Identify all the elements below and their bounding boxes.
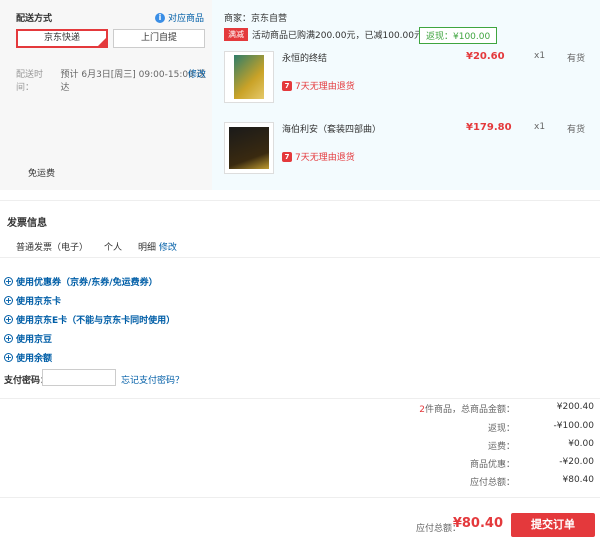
promo-text: 活动商品已购满200.00元，已减100.00元现金 — [252, 31, 441, 41]
promo-tag: 满减 — [224, 28, 248, 41]
use-balance-label: 使用余额 — [16, 354, 53, 364]
return-policy-label: 7天无理由退货 — [295, 153, 355, 163]
info-icon: i — [154, 12, 165, 23]
use-jd-card-option[interactable]: + 使用京东卡 — [4, 294, 61, 307]
pair-goods-link[interactable]: i 对应商品 — [154, 11, 204, 24]
pair-goods-label: 对应商品 — [167, 14, 204, 24]
product-qty: x1 — [534, 122, 546, 132]
use-jd-beans-option[interactable]: + 使用京豆 — [4, 332, 52, 345]
plus-icon: + — [4, 296, 13, 305]
promo-line: 满减 活动商品已购满200.00元，已减100.00元现金 — [224, 28, 441, 41]
order-items-panel: 商家：京东自营 满减 活动商品已购满200.00元，已减100.00元现金 返现… — [212, 0, 600, 190]
return-policy: 7 7天无理由退货 — [282, 150, 355, 163]
invoice-detail: 明细 修改 — [138, 240, 177, 253]
book-cover-icon — [229, 127, 269, 169]
product-image[interactable] — [224, 51, 274, 103]
forgot-password-link[interactable]: 忘记支付密码？ — [121, 373, 184, 386]
shipping-title: 配送方式 — [16, 14, 53, 24]
product-price: ¥20.60 — [466, 51, 505, 62]
use-jd-beans-label: 使用京豆 — [16, 335, 53, 345]
summary-row: 2件商品，总商品金额： ¥200.40 — [297, 402, 597, 415]
shipping-section: 配送方式 i 对应商品 京东快递 上门自提 配送时间： 预计 6月3日[周三] … — [0, 0, 600, 190]
divider — [0, 257, 600, 258]
return-policy: 7 7天无理由退货 — [282, 79, 355, 92]
product-name[interactable]: 海伯利安（套装四部曲） — [282, 122, 402, 135]
summary-label: 返现： — [487, 424, 515, 434]
summary-label: 应付总额： — [469, 478, 515, 488]
delivery-time: 配送时间： 预计 6月3日[周三] 09:00-15:00 送达 修改 — [16, 67, 206, 93]
invoice-info: 普通发票（电子） 个人 明细 修改 — [16, 240, 177, 253]
product-price: ¥179.80 — [466, 122, 512, 133]
checkout-bar: 应付总额： ¥80.40 提交订单 — [0, 502, 600, 540]
invoice-detail-label: 明细 — [138, 243, 157, 253]
product-image[interactable] — [224, 122, 274, 174]
order-item: 海伯利安（套装四部曲） ¥179.80 x1 有货 7 7天无理由退货 — [224, 122, 594, 174]
plus-icon: + — [4, 315, 13, 324]
summary-row: 返现： -¥100.00 — [297, 421, 597, 434]
plus-icon: + — [4, 334, 13, 343]
invoice-holder: 个人 — [104, 243, 123, 253]
product-stock: 有货 — [567, 125, 586, 135]
divider — [0, 497, 600, 498]
summary-label-text: 件商品，总商品金额： — [424, 405, 515, 415]
use-jd-card-label: 使用京东卡 — [16, 297, 62, 307]
payment-password-input[interactable] — [42, 369, 116, 386]
jd-express-option[interactable]: 京东快递 — [16, 29, 108, 48]
summary-row: 商品优惠： -¥20.00 — [297, 457, 597, 470]
summary-row: 应付总额： ¥80.40 — [297, 475, 597, 488]
summary-value: -¥100.00 — [553, 421, 594, 431]
shipping-panel: 配送方式 i 对应商品 京东快递 上门自提 配送时间： 预计 6月3日[周三] … — [0, 0, 212, 190]
total-amount: ¥80.40 — [452, 516, 503, 531]
self-pickup-option[interactable]: 上门自提 — [113, 29, 205, 48]
edit-delivery-time-link[interactable]: 修改 — [188, 67, 206, 80]
invoice-title: 发票信息 — [7, 218, 47, 229]
use-coupon-option[interactable]: + 使用优惠券（京券/东券/免运费券） — [4, 275, 158, 288]
delivery-time-value: 预计 6月3日[周三] 09:00-15:00 送达 — [60, 70, 206, 93]
use-balance-option[interactable]: + 使用余额 — [4, 351, 52, 364]
order-item: 永恒的终结 ¥20.60 x1 有货 7 7天无理由退货 — [224, 51, 594, 103]
summary-value: -¥20.00 — [559, 457, 594, 467]
use-jd-ecard-option[interactable]: + 使用京东E卡（不能与京东卡同时使用） — [4, 313, 175, 326]
summary-label: 商品优惠： — [469, 460, 515, 470]
use-jd-ecard-label: 使用京东E卡（不能与京东卡同时使用） — [16, 316, 176, 326]
summary-value: ¥80.40 — [562, 475, 595, 485]
cashback-badge: 返现：¥100.00 — [419, 27, 498, 44]
submit-order-button[interactable]: 提交订单 — [511, 513, 595, 537]
summary-value: ¥200.40 — [556, 402, 594, 412]
delivery-time-label: 配送时间： — [16, 70, 44, 93]
product-qty: x1 — [534, 51, 546, 61]
plus-icon: + — [4, 353, 13, 362]
plus-icon: + — [4, 277, 13, 286]
return-policy-label: 7天无理由退货 — [295, 82, 355, 92]
use-coupon-label: 使用优惠券（京券/东券/免运费券） — [16, 278, 158, 288]
seller-label: 商家：京东自营 — [224, 14, 288, 24]
product-name[interactable]: 永恒的终结 — [282, 51, 402, 64]
book-cover-icon — [234, 55, 264, 99]
divider — [0, 398, 600, 399]
summary-label: 2件商品，总商品金额： — [419, 402, 515, 415]
divider — [0, 200, 600, 201]
summary-value: ¥0.00 — [568, 439, 594, 449]
return-icon: 7 — [282, 80, 292, 91]
return-icon: 7 — [282, 151, 292, 162]
edit-invoice-link[interactable]: 修改 — [159, 243, 177, 253]
invoice-type: 普通发票（电子） — [16, 243, 89, 253]
summary-label: 运费： — [487, 442, 515, 452]
free-shipping-label: 免运费 — [28, 169, 56, 179]
summary-row: 运费： ¥0.00 — [297, 439, 597, 452]
product-stock: 有货 — [567, 54, 586, 64]
